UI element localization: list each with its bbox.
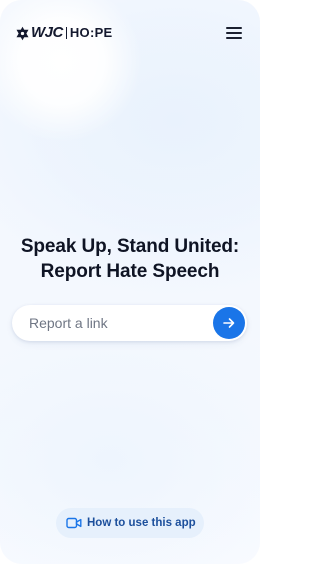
app-screen: WJC HO:PE Speak Up, Stand United: Report…: [0, 0, 260, 564]
how-to-use-label: How to use this app: [87, 517, 196, 529]
wjc-hope-logo[interactable]: WJC HO:PE: [15, 24, 113, 42]
menu-line: [226, 37, 242, 39]
hamburger-menu-icon[interactable]: [224, 25, 244, 41]
submit-report-button[interactable]: [213, 307, 245, 339]
report-link-input[interactable]: [29, 305, 214, 341]
how-to-use-button[interactable]: How to use this app: [56, 508, 204, 538]
headline-line-1: Speak Up, Stand United:: [20, 236, 240, 257]
headline-line-2: Report Hate Speech: [40, 261, 220, 282]
logo-wjc-text: WJC: [31, 24, 63, 41]
star-of-david-icon: [16, 26, 29, 40]
logo-hope-text: HO:PE: [69, 25, 113, 40]
menu-line: [226, 27, 242, 29]
arrow-right-icon: [223, 318, 235, 328]
page-headline: Speak Up, Stand United: Report Hate Spee…: [0, 234, 260, 284]
logo-divider: [65, 27, 67, 39]
report-link-box: [12, 305, 247, 341]
video-camera-icon: [66, 517, 82, 529]
header: WJC HO:PE: [0, 0, 260, 66]
menu-line: [226, 32, 242, 34]
